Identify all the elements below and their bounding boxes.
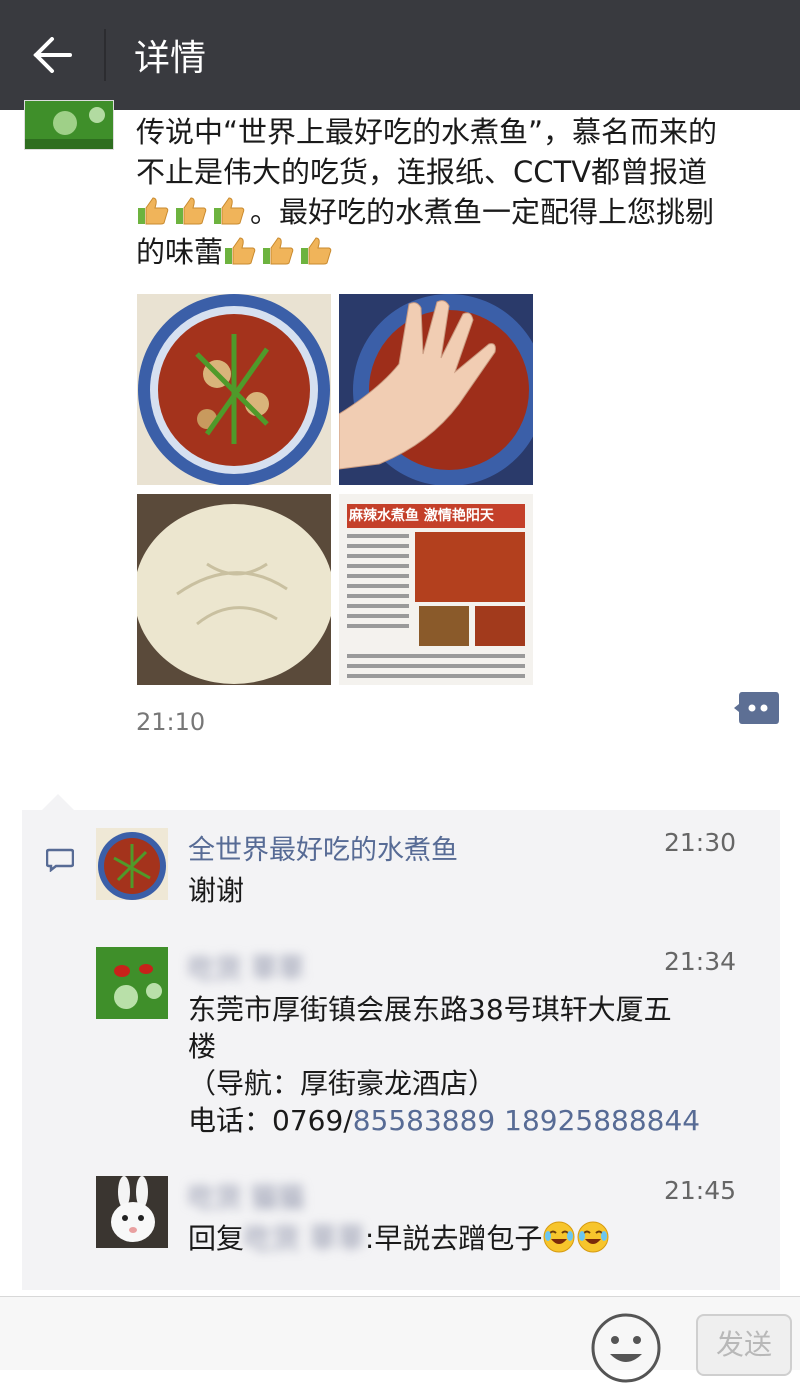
photo-hand-over-dish[interactable] bbox=[339, 294, 533, 485]
thumbs-up-icon bbox=[174, 196, 208, 226]
avatar[interactable] bbox=[96, 1176, 168, 1248]
newspaper-headline: 麻辣水煮鱼 激情艳阳天 bbox=[349, 508, 494, 524]
emoji-button[interactable] bbox=[590, 1312, 662, 1384]
thumbs-up-icon bbox=[136, 196, 170, 226]
leaf-avatar-image bbox=[25, 101, 113, 149]
post-time: 21:10 bbox=[136, 708, 206, 736]
avatar[interactable] bbox=[96, 828, 168, 900]
comment-item[interactable]: 吃货 猫猫 21:45 回复吃货 草草:早説去蹭包子 bbox=[96, 1176, 736, 1266]
post-text: 传说中“世界上最好吃的水煮鱼”，慕名而来的 不止是伟大的吃货，连报纸、CCTV都… bbox=[136, 112, 776, 272]
photo-newspaper-clipping[interactable]: 麻辣水煮鱼 激情艳阳天 bbox=[339, 494, 533, 685]
post-text-line: 传说中“世界上最好吃的水煮鱼”，慕名而来的 bbox=[136, 115, 718, 149]
top-bar: 详情 bbox=[0, 0, 800, 110]
photo-grid: 麻辣水煮鱼 激情艳阳天 bbox=[137, 294, 533, 685]
comment-time: 21:45 bbox=[663, 1176, 736, 1205]
phone-link[interactable]: 18925888844 bbox=[504, 1104, 700, 1137]
input-bar bbox=[0, 1296, 800, 1370]
back-button[interactable] bbox=[0, 0, 104, 110]
comment-item[interactable]: 吃货 草草 21:34 东莞市厚街镇会展东路38号琪轩大厦五 楼 （导航：厚街豪… bbox=[96, 947, 736, 1147]
thumbs-up-icon bbox=[212, 196, 246, 226]
reply-target-name[interactable]: 吃货 草草 bbox=[244, 1222, 365, 1255]
more-dots-icon bbox=[734, 692, 779, 724]
comment-icon bbox=[45, 848, 75, 873]
avatar[interactable] bbox=[96, 947, 168, 1019]
photo-fish-dish[interactable] bbox=[137, 294, 331, 485]
comment-text: 东莞市厚街镇会展东路38号琪轩大厦五 楼 （导航：厚街豪龙酒店） 电话：0769… bbox=[188, 993, 701, 1137]
send-button[interactable]: 发送 bbox=[696, 1314, 792, 1376]
smiley-icon bbox=[591, 1313, 661, 1383]
post-text-line: 不止是伟大的吃货，连报纸、CCTV都曾报道 bbox=[136, 155, 708, 189]
photo-steamed-bun[interactable] bbox=[137, 494, 331, 685]
thumbs-up-icon bbox=[223, 236, 257, 266]
laughing-crying-emoji-icon bbox=[542, 1220, 576, 1254]
commenter-name[interactable]: 全世界最好吃的水煮鱼 bbox=[188, 828, 458, 867]
header-divider bbox=[104, 29, 106, 81]
comment-action-button[interactable] bbox=[734, 690, 780, 726]
thumbs-up-icon bbox=[299, 236, 333, 266]
post-text-line: 的味蕾 bbox=[136, 232, 776, 272]
comment-time: 21:34 bbox=[663, 947, 736, 976]
comment-area-notch bbox=[42, 794, 74, 810]
comment-text: 谢谢 bbox=[188, 874, 245, 907]
laughing-crying-emoji-icon bbox=[576, 1220, 610, 1254]
comment-text: 回复吃货 草草:早説去蹭包子 bbox=[188, 1220, 738, 1257]
post-author-avatar[interactable] bbox=[24, 100, 114, 150]
page-title: 详情 bbox=[134, 38, 207, 79]
post-text-line: 。最好吃的水煮鱼一定配得上您挑剔 bbox=[136, 192, 776, 232]
commenter-name[interactable]: 吃货 草草 bbox=[188, 947, 305, 986]
comment-time: 21:30 bbox=[663, 828, 736, 857]
phone-link[interactable]: 85583889 bbox=[353, 1104, 496, 1137]
back-arrow-icon bbox=[33, 37, 72, 73]
thumbs-up-icon bbox=[261, 236, 295, 266]
commenter-name[interactable]: 吃货 猫猫 bbox=[188, 1176, 305, 1215]
comment-item[interactable]: 全世界最好吃的水煮鱼 21:30 谢谢 bbox=[96, 828, 736, 908]
